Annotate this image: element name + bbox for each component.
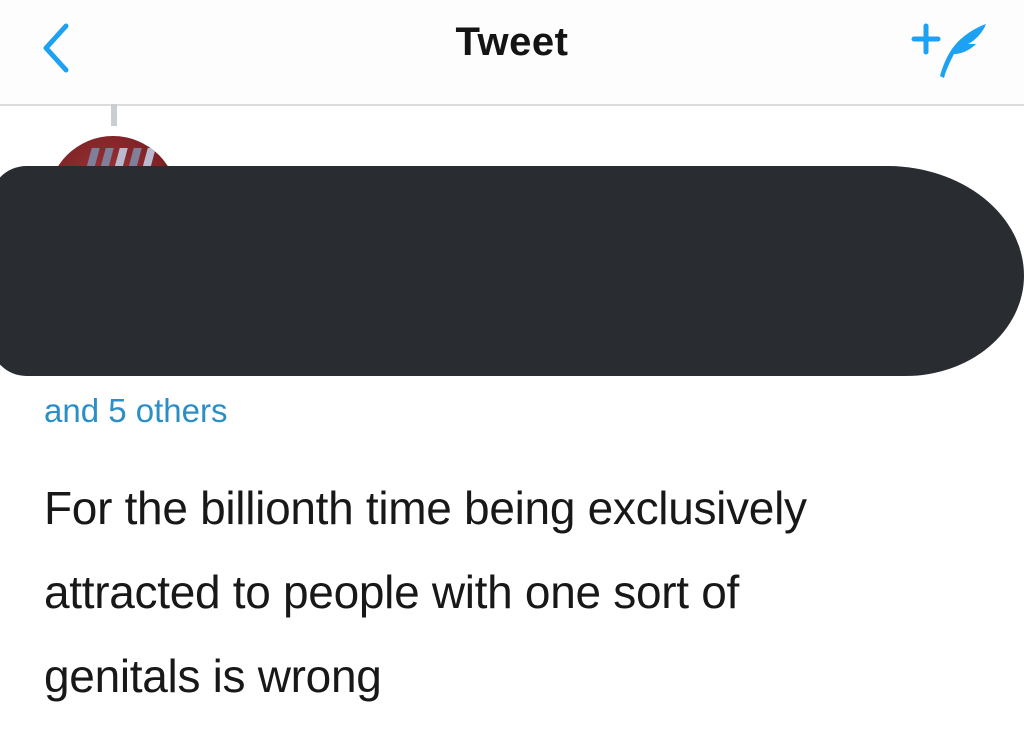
tweet-text-line: attracted to people with one sort of	[44, 566, 739, 618]
replying-to-others-link[interactable]: and 5 others	[44, 392, 227, 430]
page-title: Tweet	[455, 20, 569, 64]
compose-tweet-button[interactable]	[910, 18, 990, 82]
tweet-text-line: genitals is wrong	[44, 650, 382, 702]
thread-connector-line	[111, 104, 117, 126]
redaction-overlay	[0, 166, 1024, 376]
compose-tweet-icon	[911, 23, 986, 78]
tweet-text-line: For the billionth time being exclusively	[44, 482, 807, 534]
tweet-detail-screen: Tweet and 5 others For the billionth tim…	[0, 0, 1024, 739]
tweet-text: For the billionth time being exclusively…	[44, 466, 984, 718]
navigation-bar: Tweet	[0, 0, 1024, 106]
